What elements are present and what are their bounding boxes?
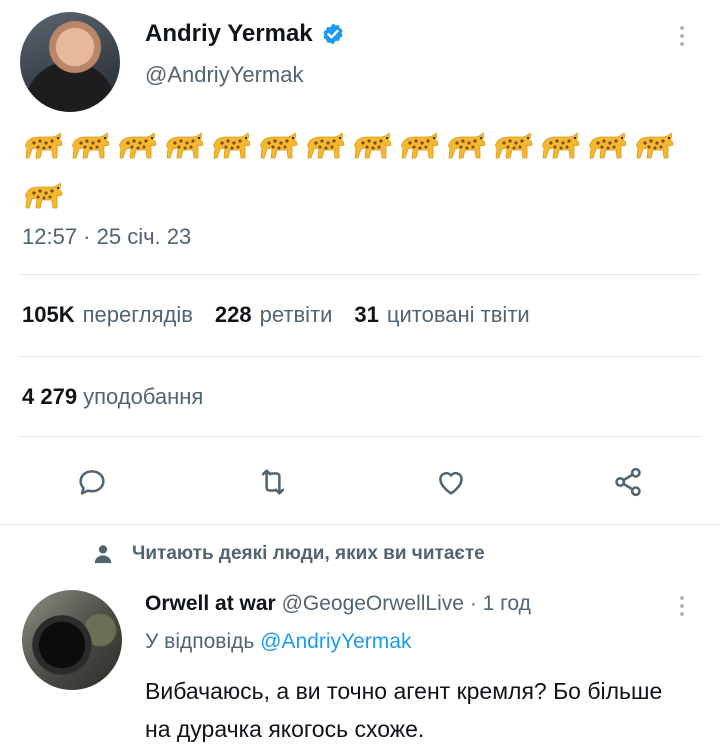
share-icon bbox=[615, 467, 641, 497]
retweet-icon bbox=[261, 469, 285, 495]
divider bbox=[20, 436, 700, 437]
leopard-emoji bbox=[351, 124, 395, 164]
retweet-button[interactable] bbox=[253, 462, 293, 502]
leopard-emoji bbox=[398, 124, 442, 164]
like-button[interactable] bbox=[431, 462, 471, 502]
quotes-label[interactable]: цитовані твіти bbox=[387, 302, 530, 328]
replying-to-prefix: У відповідь bbox=[145, 630, 255, 653]
likes-stat[interactable]: 4 279 уподобання bbox=[22, 384, 203, 410]
tweet-emoji-row bbox=[22, 172, 69, 214]
leopard-emoji bbox=[22, 124, 66, 164]
verified-badge-icon bbox=[323, 23, 343, 45]
replying-to: У відповідь @AndriyYermak bbox=[145, 630, 411, 654]
tweet-emoji-row bbox=[22, 122, 680, 164]
like-icon bbox=[439, 471, 463, 495]
social-context: Читають деякі люди, яких ви читаєте bbox=[92, 543, 485, 565]
leopard-emoji bbox=[163, 124, 207, 164]
leopard-emoji bbox=[210, 124, 254, 164]
more-options-icon[interactable] bbox=[672, 22, 692, 52]
author-name[interactable]: Andriy Yermak bbox=[145, 20, 313, 48]
retweets-count[interactable]: 228 bbox=[215, 302, 252, 328]
leopard-emoji bbox=[22, 174, 66, 214]
divider bbox=[0, 524, 720, 525]
social-context-text: Читають деякі люди, яких ви читаєте bbox=[132, 543, 485, 564]
leopard-emoji bbox=[304, 124, 348, 164]
divider bbox=[20, 274, 700, 275]
views-count: 105K bbox=[22, 302, 75, 327]
tweet-stats: 105K переглядів 228 ретвіти 31 цитовані … bbox=[22, 302, 544, 328]
reply-header: Orwell at war @GeogeOrwellLive · 1 год bbox=[145, 592, 531, 616]
reply-icon bbox=[79, 470, 105, 495]
author-name-row: Andriy Yermak bbox=[145, 20, 345, 48]
retweets-label[interactable]: ретвіти bbox=[260, 302, 333, 328]
views-label: переглядів bbox=[82, 302, 193, 327]
replying-to-mention[interactable]: @AndriyYermak bbox=[260, 630, 411, 653]
reply-author-avatar[interactable] bbox=[22, 590, 122, 690]
reply-author-name[interactable]: Orwell at war bbox=[145, 592, 276, 615]
leopard-emoji bbox=[492, 124, 536, 164]
likes-count[interactable]: 4 279 bbox=[22, 384, 77, 409]
author-avatar[interactable] bbox=[20, 12, 120, 112]
leopard-emoji bbox=[257, 124, 301, 164]
share-button[interactable] bbox=[608, 462, 648, 502]
reply-more-options-icon[interactable] bbox=[672, 592, 692, 622]
reply-text: Вибачаюсь, а ви точно агент кремля? Бо б… bbox=[145, 678, 663, 742]
likes-label[interactable]: уподобання bbox=[83, 384, 203, 409]
reply-author-handle[interactable]: @GeogeOrwellLive bbox=[282, 592, 464, 615]
divider bbox=[20, 356, 700, 357]
leopard-emoji bbox=[586, 124, 630, 164]
person-icon bbox=[94, 545, 112, 564]
tweet-timestamp[interactable]: 12:57 · 25 січ. 23 bbox=[22, 224, 191, 250]
leopard-emoji bbox=[445, 124, 489, 164]
leopard-emoji bbox=[539, 124, 583, 164]
leopard-emoji bbox=[69, 124, 113, 164]
reply-button[interactable] bbox=[72, 462, 112, 502]
leopard-emoji bbox=[633, 124, 677, 164]
author-handle[interactable]: @AndriyYermak bbox=[145, 62, 303, 88]
reply-time[interactable]: · 1 год bbox=[470, 592, 531, 615]
quotes-count[interactable]: 31 bbox=[354, 302, 378, 328]
leopard-emoji bbox=[116, 124, 160, 164]
